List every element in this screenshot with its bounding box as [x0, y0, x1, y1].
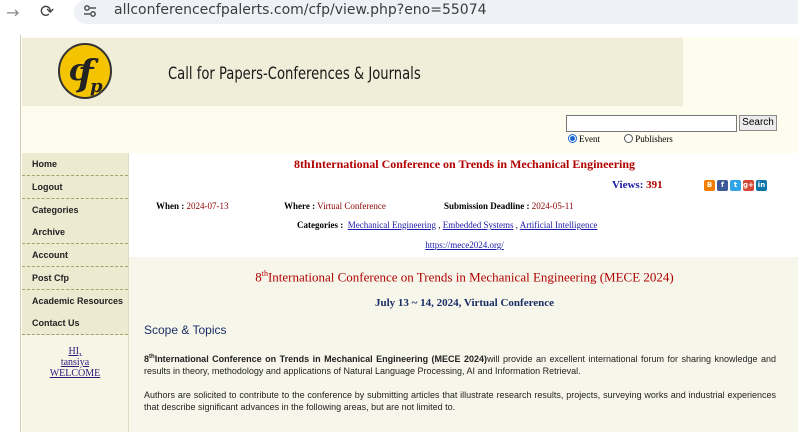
tune-icon[interactable]: [82, 3, 98, 19]
when-field: When : 2024-07-13: [156, 201, 229, 211]
radio-event-label[interactable]: Event: [579, 134, 600, 144]
sidebar-item-logout[interactable]: Logout: [22, 176, 128, 199]
blogger-icon[interactable]: B: [704, 180, 715, 191]
welcome-text[interactable]: WELCOME: [22, 368, 128, 379]
facebook-icon[interactable]: f: [717, 180, 728, 191]
detail-title: 8thInternational Conference on Trends in…: [129, 269, 798, 285]
svg-text:p: p: [90, 76, 103, 97]
p1-conference-name: International Conference on Trends in Me…: [154, 354, 488, 364]
when-value: 2024-07-13: [186, 201, 229, 211]
conference-details: 8thInternational Conference on Trends in…: [128, 257, 798, 432]
sidebar-item-account[interactable]: Account: [22, 244, 128, 267]
sidebar-item-contact-us[interactable]: Contact Us: [22, 312, 128, 335]
twitter-icon[interactable]: t: [730, 180, 741, 191]
views-label: Views:: [612, 179, 644, 191]
sidebar-item-categories[interactable]: Categories: [22, 199, 128, 222]
banner: c f p Call for Papers-Conferences & Jour…: [22, 38, 683, 106]
deadline-field: Submission Deadline : 2024-05-11: [444, 201, 573, 211]
sidebar-item-academic-resources[interactable]: Academic Resources: [22, 290, 128, 313]
category-link[interactable]: Artificial Intelligence: [520, 220, 598, 230]
where-value: Virtual Conference: [317, 201, 386, 211]
conference-summary: 8thInternational Conference on Trends in…: [128, 153, 798, 257]
sidebar: Home Logout Categories Archive Account P…: [22, 153, 128, 432]
detail-dates: July 13 ~ 14, 2024, Virtual Conference: [374, 297, 555, 309]
welcome-username[interactable]: tansiya: [22, 357, 128, 368]
url-text[interactable]: allconferencecfpalerts.com/cfp/view.php?…: [114, 2, 487, 18]
page-frame: c f p Call for Papers-Conferences & Jour…: [20, 35, 798, 432]
address-bar[interactable]: allconferencecfpalerts.com/cfp/view.php?…: [74, 0, 798, 24]
reload-icon[interactable]: ⟳: [40, 4, 56, 21]
intro-paragraph: 8thInternational Conference on Trends in…: [144, 351, 776, 377]
category-link[interactable]: Mechanical Engineering: [348, 220, 436, 230]
conference-website-link[interactable]: https://mece2024.org/: [129, 240, 798, 250]
back-arrow-icon[interactable]: →: [6, 5, 22, 21]
cfp-logo[interactable]: c f p: [56, 42, 114, 100]
search-input[interactable]: [566, 115, 737, 132]
deadline-value: 2024-05-11: [531, 201, 574, 211]
sidebar-item-post-cfp[interactable]: Post Cfp: [22, 267, 128, 290]
radio-publishers[interactable]: [624, 134, 634, 143]
browser-toolbar: → ⟳ allconferencecfpalerts.com/cfp/view.…: [0, 0, 798, 34]
conference-title: 8thInternational Conference on Trends in…: [293, 157, 636, 171]
where-label: Where :: [284, 201, 316, 211]
categories-row: Categories : Mechanical Engineering , Em…: [297, 220, 598, 230]
welcome-link[interactable]: HI, tansiya WELCOME: [22, 346, 128, 379]
search-type-options: Event Publishers: [568, 134, 673, 146]
categories-label: Categories :: [297, 220, 344, 230]
google-plus-icon[interactable]: g+: [743, 180, 754, 191]
welcome-greeting[interactable]: HI,: [22, 346, 128, 357]
main-content: 8thInternational Conference on Trends in…: [128, 153, 798, 432]
search-button[interactable]: Search: [739, 115, 777, 131]
sidebar-item-archive[interactable]: Archive: [22, 221, 128, 244]
linkedin-icon[interactable]: in: [756, 180, 767, 191]
scope-heading: Scope & Topics: [144, 323, 227, 337]
radio-event[interactable]: [568, 134, 577, 143]
views-count: 391: [646, 179, 663, 191]
category-link[interactable]: Embedded Systems: [443, 220, 514, 230]
where-field: Where : Virtual Conference: [284, 201, 386, 211]
call-paragraph: Authors are solicited to contribute to t…: [144, 390, 776, 412]
radio-publishers-label[interactable]: Publishers: [635, 134, 673, 144]
social-share-bar: Bf t g+ in: [704, 180, 769, 192]
views-counter: Views: 391: [612, 179, 663, 191]
title-text: International Conference on Trends in Me…: [267, 269, 674, 285]
deadline-label: Submission Deadline :: [444, 201, 530, 211]
when-label: When :: [156, 201, 185, 211]
sidebar-item-home[interactable]: Home: [22, 153, 128, 176]
site-title: Call for Papers-Conferences & Journals: [168, 64, 421, 84]
